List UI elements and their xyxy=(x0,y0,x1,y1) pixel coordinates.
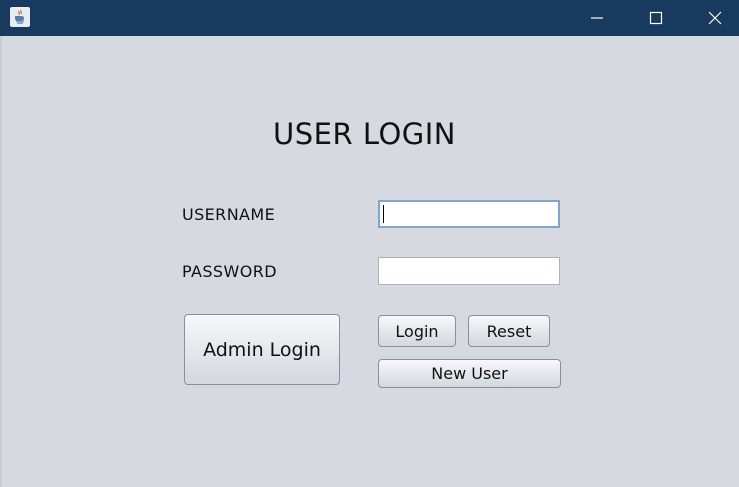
page-title-text: USER LOGIN xyxy=(273,117,456,151)
login-button[interactable]: Login xyxy=(378,315,456,347)
page-title: USER LOGIN xyxy=(0,117,739,151)
reset-button[interactable]: Reset xyxy=(468,315,550,347)
java-icon[interactable] xyxy=(10,7,30,27)
minimize-icon xyxy=(591,17,603,19)
close-button[interactable] xyxy=(686,0,739,36)
new-user-button[interactable]: New User xyxy=(378,359,561,388)
minimize-button[interactable] xyxy=(568,0,626,36)
maximize-icon xyxy=(649,11,663,25)
window-edge xyxy=(0,36,2,487)
username-field[interactable] xyxy=(378,200,560,228)
password-label: PASSWORD xyxy=(182,262,277,281)
username-label: USERNAME xyxy=(182,205,276,224)
password-field[interactable] xyxy=(378,257,560,285)
title-bar xyxy=(0,0,739,36)
admin-login-button[interactable]: Admin Login xyxy=(184,314,340,385)
text-caret xyxy=(383,205,384,223)
maximize-button[interactable] xyxy=(627,0,685,36)
close-icon xyxy=(708,11,722,25)
